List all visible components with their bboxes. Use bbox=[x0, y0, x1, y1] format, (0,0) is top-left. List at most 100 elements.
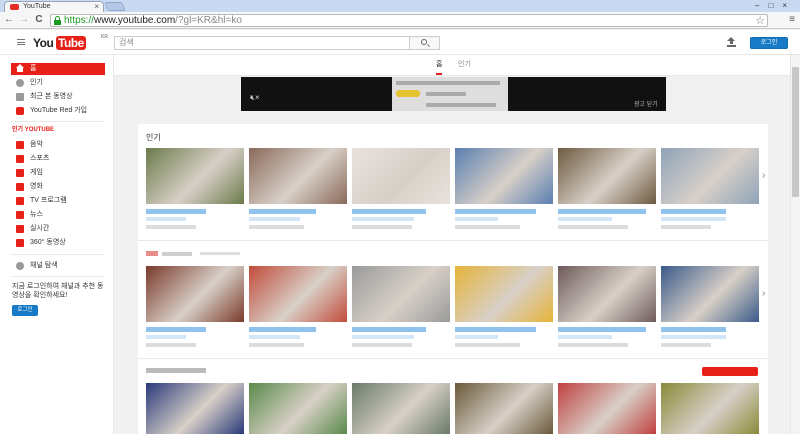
guide-item-history[interactable]: 최근 본 동영상 bbox=[0, 91, 114, 103]
guide-item-live[interactable]: 실시간 bbox=[0, 223, 114, 235]
video-tile[interactable] bbox=[558, 266, 656, 356]
guide-item-youtube-red[interactable]: YouTube Red 가입 bbox=[0, 105, 114, 117]
guide-item-sports[interactable]: 스포츠 bbox=[0, 153, 114, 165]
guide-item-trending[interactable]: 인기 bbox=[0, 77, 114, 89]
shelf-next-chevron-icon[interactable]: › bbox=[762, 170, 765, 182]
video-channel[interactable] bbox=[661, 217, 726, 221]
video-tile[interactable] bbox=[661, 148, 759, 238]
guide-item-tv[interactable]: TV 프로그램 bbox=[0, 195, 114, 207]
video-channel[interactable] bbox=[558, 217, 612, 221]
video-thumbnail[interactable] bbox=[249, 266, 347, 322]
video-thumbnail[interactable] bbox=[558, 148, 656, 204]
video-tile[interactable] bbox=[661, 383, 759, 434]
video-thumbnail[interactable] bbox=[146, 148, 244, 204]
video-title[interactable] bbox=[146, 327, 206, 332]
video-tile[interactable] bbox=[558, 148, 656, 238]
video-channel[interactable] bbox=[146, 335, 186, 339]
guide-item-browse-channels[interactable]: 채널 탐색 bbox=[0, 260, 114, 272]
video-title[interactable] bbox=[558, 209, 646, 214]
video-channel[interactable] bbox=[455, 335, 498, 339]
guide-item-news[interactable]: 뉴스 bbox=[0, 209, 114, 221]
video-thumbnail[interactable] bbox=[455, 266, 553, 322]
video-thumbnail[interactable] bbox=[661, 148, 759, 204]
video-thumbnail[interactable] bbox=[661, 266, 759, 322]
video-thumbnail[interactable] bbox=[558, 383, 656, 434]
login-button[interactable]: 로그인 bbox=[750, 37, 788, 49]
video-channel[interactable] bbox=[146, 217, 186, 221]
guide-item-movies[interactable]: 영화 bbox=[0, 181, 114, 193]
shelf-next-chevron-icon[interactable]: › bbox=[762, 288, 765, 300]
tab-close-icon[interactable]: × bbox=[94, 2, 99, 12]
ad-close-button[interactable]: 광고 닫기 bbox=[634, 101, 658, 109]
browser-menu-icon[interactable]: ≡ bbox=[789, 14, 795, 26]
back-arrow-icon[interactable]: ← bbox=[3, 14, 15, 26]
video-title[interactable] bbox=[661, 327, 726, 332]
video-tile[interactable] bbox=[352, 383, 450, 434]
address-bar[interactable]: https://www.youtube.com/?gl=KR&hl=ko ☆ bbox=[50, 14, 768, 27]
video-tile[interactable] bbox=[146, 266, 244, 356]
video-tile[interactable] bbox=[146, 383, 244, 434]
video-title[interactable] bbox=[249, 209, 316, 214]
guide-item-gaming[interactable]: 게임 bbox=[0, 167, 114, 179]
search-button[interactable] bbox=[410, 36, 440, 50]
forward-arrow-icon[interactable]: → bbox=[18, 14, 30, 26]
video-title[interactable] bbox=[352, 209, 426, 214]
video-tile[interactable] bbox=[352, 266, 450, 356]
video-thumbnail[interactable] bbox=[558, 266, 656, 322]
video-title[interactable] bbox=[455, 209, 536, 214]
video-title[interactable] bbox=[249, 327, 316, 332]
guide-menu-icon[interactable] bbox=[17, 39, 25, 45]
browser-tab[interactable]: YouTube × bbox=[4, 1, 104, 12]
video-thumbnail[interactable] bbox=[146, 266, 244, 322]
page-scrollbar[interactable] bbox=[790, 55, 800, 434]
video-thumbnail[interactable] bbox=[455, 148, 553, 204]
guide-item-home[interactable]: 홈 bbox=[11, 63, 105, 75]
video-tile[interactable] bbox=[455, 383, 553, 434]
video-tile[interactable] bbox=[352, 148, 450, 238]
video-thumbnail[interactable] bbox=[249, 383, 347, 434]
browse-channels-icon bbox=[16, 262, 24, 270]
video-thumbnail[interactable] bbox=[249, 148, 347, 204]
video-title[interactable] bbox=[352, 327, 426, 332]
video-tile[interactable] bbox=[455, 148, 553, 238]
video-thumbnail[interactable] bbox=[661, 383, 759, 434]
guide-item-music[interactable]: 음악 bbox=[0, 139, 114, 151]
video-tile[interactable] bbox=[146, 148, 244, 238]
tab-home[interactable]: 홈 bbox=[436, 60, 443, 75]
scrollbar-thumb[interactable] bbox=[792, 67, 799, 197]
video-channel[interactable] bbox=[455, 217, 498, 221]
video-title[interactable] bbox=[455, 327, 536, 332]
video-channel[interactable] bbox=[661, 335, 726, 339]
subscribe-button[interactable] bbox=[702, 367, 758, 376]
video-thumbnail[interactable] bbox=[352, 383, 450, 434]
masthead-ad[interactable]: 🔇︎× 광고 닫기 bbox=[241, 77, 666, 111]
video-title[interactable] bbox=[661, 209, 726, 214]
video-channel[interactable] bbox=[352, 335, 414, 339]
video-tile[interactable] bbox=[661, 266, 759, 356]
tab-trending[interactable]: 인기 bbox=[458, 60, 471, 70]
guide-item-360-video[interactable]: 360° 동영상 bbox=[0, 237, 114, 249]
video-title[interactable] bbox=[558, 327, 646, 332]
upload-icon[interactable] bbox=[727, 37, 736, 47]
video-thumbnail[interactable] bbox=[352, 266, 450, 322]
guide-login-button[interactable]: 로그인 bbox=[12, 305, 38, 316]
reload-icon[interactable]: C bbox=[33, 14, 45, 26]
video-tile[interactable] bbox=[558, 383, 656, 434]
video-channel[interactable] bbox=[558, 335, 612, 339]
video-thumbnail[interactable] bbox=[146, 383, 244, 434]
video-channel[interactable] bbox=[352, 217, 414, 221]
window-controls[interactable]: –□× bbox=[755, 0, 796, 11]
video-tile[interactable] bbox=[249, 383, 347, 434]
video-title[interactable] bbox=[146, 209, 206, 214]
video-channel[interactable] bbox=[249, 217, 300, 221]
video-tile[interactable] bbox=[249, 266, 347, 356]
new-tab-button[interactable] bbox=[104, 2, 126, 11]
search-input[interactable]: 검색 bbox=[114, 36, 410, 50]
video-channel[interactable] bbox=[249, 335, 300, 339]
mute-icon[interactable]: 🔇︎× bbox=[250, 93, 260, 103]
video-tile[interactable] bbox=[249, 148, 347, 238]
bookmark-star-icon[interactable]: ☆ bbox=[755, 14, 765, 27]
video-thumbnail[interactable] bbox=[455, 383, 553, 434]
video-tile[interactable] bbox=[455, 266, 553, 356]
video-thumbnail[interactable] bbox=[352, 148, 450, 204]
